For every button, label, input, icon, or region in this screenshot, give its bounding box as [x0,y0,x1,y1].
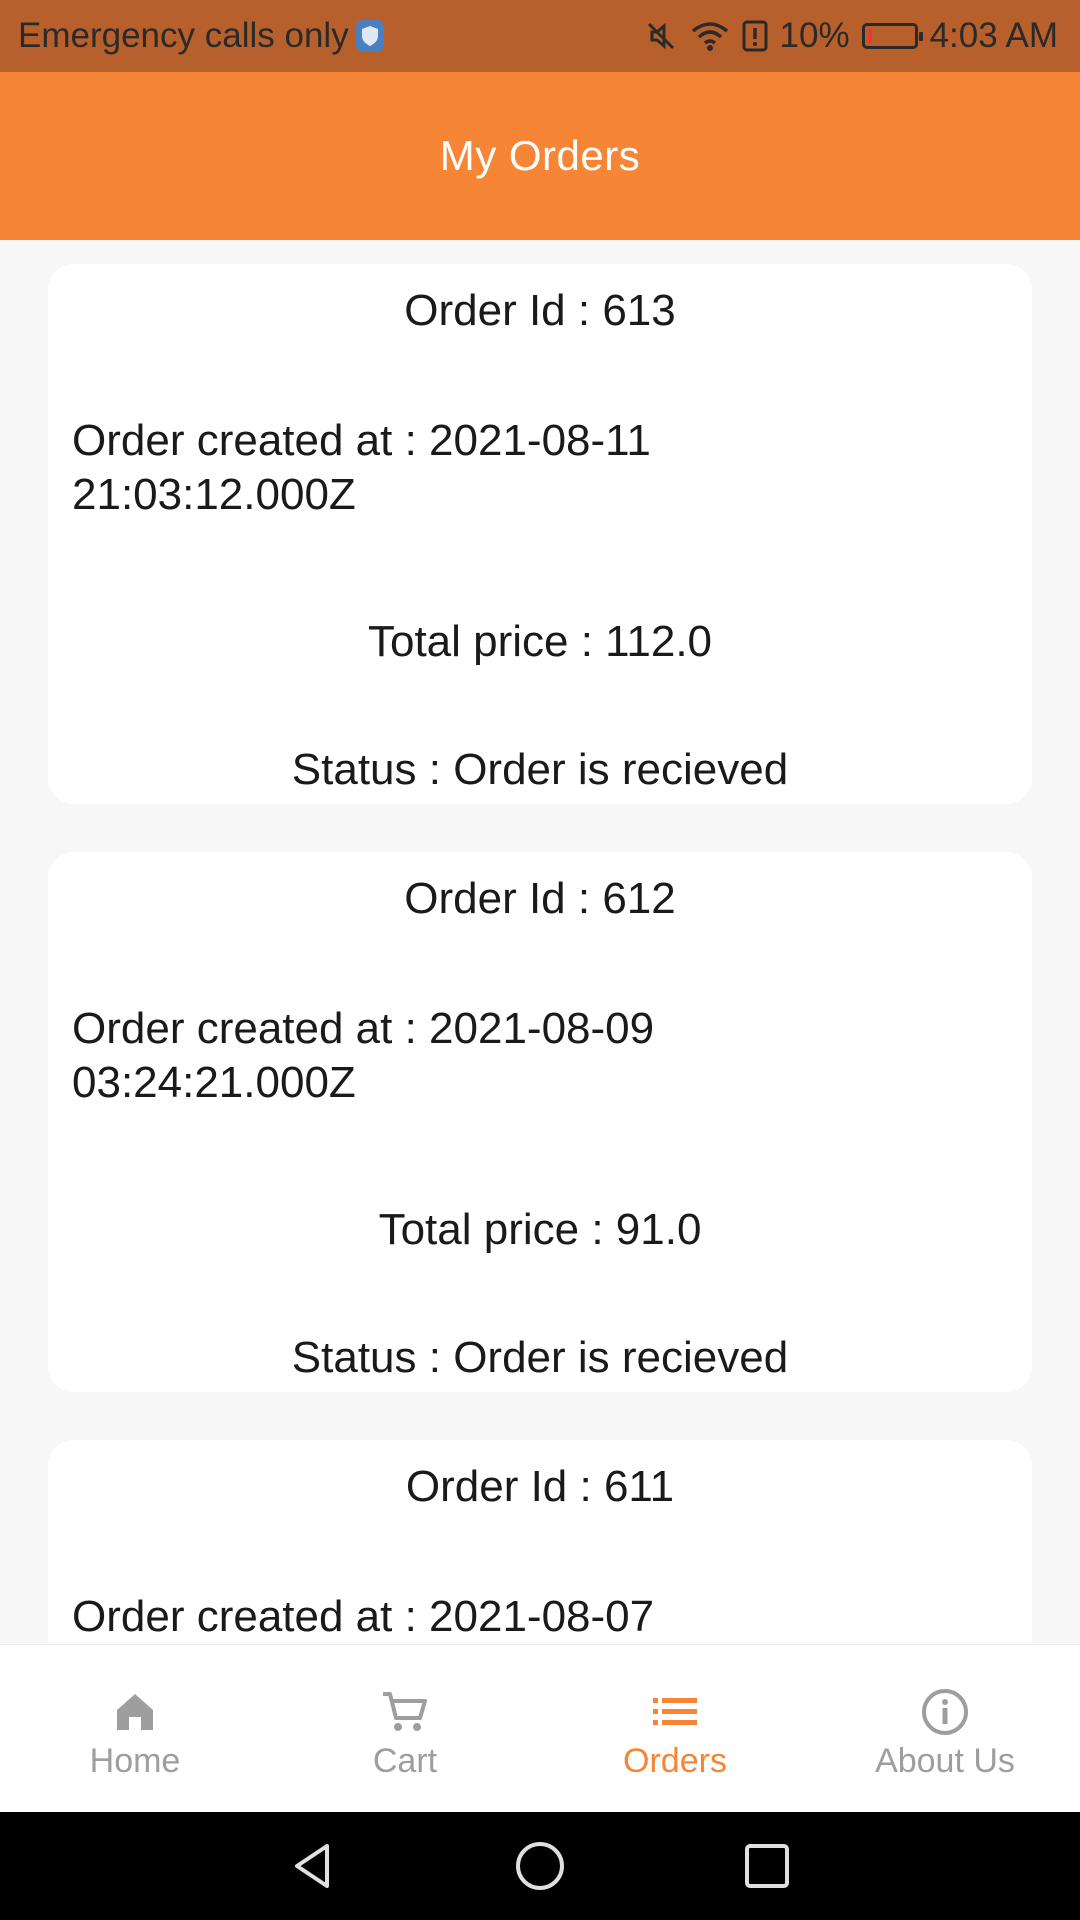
nav-label-home: Home [89,1741,181,1780]
order-total-price: Total price : 112.0 [367,617,713,666]
order-total-price: Total price : 91.0 [378,1205,702,1254]
status-bar-left: Emergency calls only [18,16,385,56]
order-created-at: Order created at : 2021-08-09 03:24:21.0… [72,1002,1008,1110]
nav-label-orders: Orders [623,1741,727,1780]
order-id: Order Id : 611 [405,1462,675,1511]
status-bar: Emergency calls only 10% 4:03 AM [0,0,1080,72]
order-card[interactable]: Order Id : 612 Order created at : 2021-0… [48,852,1032,1392]
order-id: Order Id : 612 [404,874,676,923]
orders-list[interactable]: Order Id : 613 Order created at : 2021-0… [0,240,1080,1644]
back-icon[interactable] [285,1838,341,1894]
page-title: My Orders [439,132,641,179]
nav-item-orders[interactable]: Orders [540,1645,810,1813]
clock: 4:03 AM [929,16,1058,55]
bottom-nav: Home Cart Orders About Us [0,1644,1080,1813]
order-card[interactable]: Order Id : 613 Order created at : 2021-0… [48,264,1032,804]
home-icon [117,1693,153,1730]
nav-label-cart: Cart [372,1741,438,1780]
order-created-line1: Order created at : 2021-08-07 [72,1592,655,1641]
order-created-line1: Order created at : 2021-08-09 [72,1004,655,1053]
nav-label-about: About Us [875,1741,1015,1780]
cart-icon [383,1691,427,1731]
order-created-at: Order created at : 2021-08-07 [72,1590,1008,1644]
order-created-line2: 03:24:21.000Z [72,1058,356,1107]
status-bar-right: 10% 4:03 AM [644,16,1058,56]
battery-nub [918,32,923,41]
recents-icon[interactable] [739,1838,795,1894]
info-icon [922,1688,968,1735]
order-created-line2: 21:03:12.000Z [72,470,356,519]
alert-icon [742,20,768,52]
battery-fill [867,29,872,43]
home-circle-icon[interactable] [512,1838,568,1894]
nav-item-cart[interactable]: Cart [270,1645,540,1813]
shield-icon [355,20,384,52]
list-icon [653,1697,697,1725]
order-id: Order Id : 613 [404,286,676,335]
order-created-line1: Order created at : 2021-08-11 [72,416,651,465]
nav-item-about[interactable]: About Us [810,1645,1080,1813]
order-created-at: Order created at : 2021-08-11 21:03:12.0… [72,414,1008,522]
mute-icon [647,22,674,50]
carrier-text: Emergency calls only [18,16,349,55]
wifi-icon [691,22,728,51]
system-nav-bar [0,1812,1080,1920]
battery-percent: 10% [779,16,850,55]
app-bar: My Orders [0,72,1080,240]
battery-icon [861,23,923,49]
order-status: Status : Order is recieved [291,1333,789,1382]
order-card[interactable]: Order Id : 611 Order created at : 2021-0… [48,1440,1032,1644]
nav-item-home[interactable]: Home [0,1645,270,1813]
order-status: Status : Order is recieved [291,745,789,794]
